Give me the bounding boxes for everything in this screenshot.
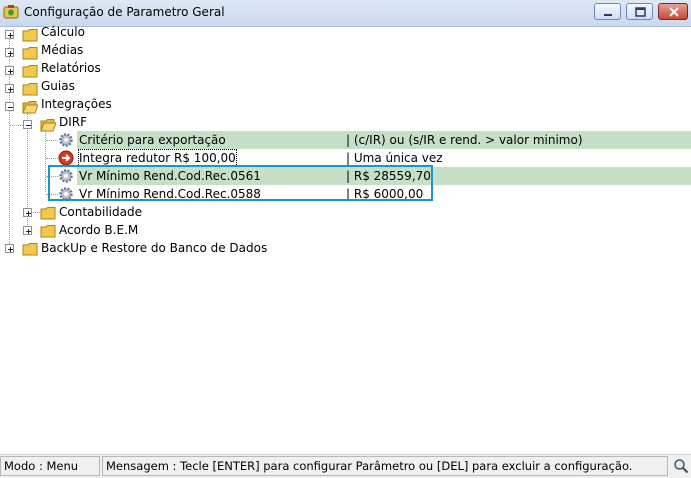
- arrow-right-icon: [58, 150, 74, 166]
- tree-line: [46, 140, 58, 141]
- open-folder-icon: [40, 119, 56, 132]
- parameter-tree: Cálculo Médias Relatórios Guias Integraç…: [0, 23, 691, 454]
- selection-box: [48, 165, 433, 201]
- tree-item-relatorios[interactable]: Relatórios: [41, 59, 101, 77]
- folder-icon: [22, 83, 38, 96]
- expand-button[interactable]: [5, 48, 14, 57]
- expand-button[interactable]: [23, 226, 32, 235]
- param-value: | (c/IR) ou (s/IR e rend. > valor minimo…: [346, 133, 583, 147]
- open-folder-icon: [22, 101, 38, 114]
- tree-line: [10, 125, 23, 126]
- tree-item-dirf[interactable]: DIRF: [59, 113, 87, 131]
- param-criterio-exportacao[interactable]: Critério para exportação: [79, 131, 226, 149]
- expand-button[interactable]: [23, 208, 32, 217]
- gear-icon: [59, 133, 73, 147]
- minimize-icon: [604, 14, 612, 16]
- status-mode: Modo : Menu: [0, 456, 100, 476]
- folder-icon: [40, 207, 56, 220]
- tree-item-contabilidade[interactable]: Contabilidade: [59, 203, 142, 221]
- expand-button[interactable]: [5, 66, 14, 75]
- tree-item-guias[interactable]: Guias: [41, 77, 75, 95]
- minimize-button[interactable]: [594, 3, 621, 20]
- title-bar: Configuração de Parametro Geral: [0, 0, 691, 27]
- close-icon: [669, 7, 679, 17]
- collapse-button[interactable]: [23, 120, 32, 129]
- app-icon: [3, 5, 19, 19]
- close-button[interactable]: [658, 3, 688, 20]
- param-integra-redutor[interactable]: Integra redutor R$ 100,00: [78, 149, 237, 167]
- maximize-button[interactable]: [626, 3, 653, 20]
- folder-icon: [22, 29, 38, 42]
- tree-item-calculo[interactable]: Cálculo: [41, 23, 85, 41]
- tree-item-integracoes[interactable]: Integrações: [41, 95, 112, 113]
- status-bar: Modo : Menu Mensagem : Tecle [ENTER] par…: [0, 454, 691, 478]
- expand-button[interactable]: [5, 84, 14, 93]
- folder-icon: [40, 225, 56, 238]
- folder-icon: [22, 47, 38, 60]
- expand-button[interactable]: [5, 30, 14, 39]
- tree-item-backup[interactable]: BackUp e Restore do Banco de Dados: [41, 239, 267, 257]
- tree-item-medias[interactable]: Médias: [41, 41, 83, 59]
- search-icon[interactable]: [673, 458, 689, 474]
- expand-button[interactable]: [5, 244, 14, 253]
- tree-line: [46, 158, 58, 159]
- collapse-button[interactable]: [5, 102, 14, 111]
- folder-icon: [22, 243, 38, 256]
- maximize-icon: [635, 7, 646, 17]
- window-title: Configuração de Parametro Geral: [24, 5, 225, 19]
- status-message: Mensagem : Tecle [ENTER] para configurar…: [102, 456, 668, 476]
- folder-icon: [22, 65, 38, 78]
- tree-item-acordo-bem[interactable]: Acordo B.E.M: [59, 221, 138, 239]
